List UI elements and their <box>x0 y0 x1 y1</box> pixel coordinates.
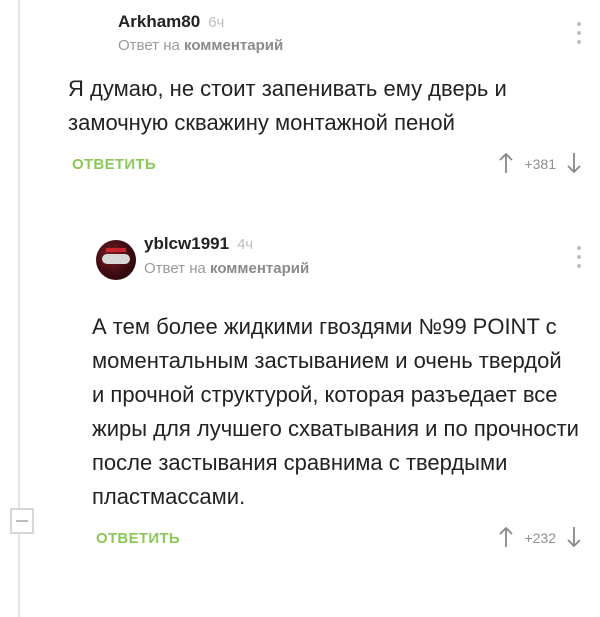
arrow-down-icon[interactable] <box>566 152 582 174</box>
avatar[interactable] <box>96 240 136 280</box>
comment-header: yblcw1991 4ч Ответ на комментарий <box>72 214 582 290</box>
reply-button[interactable]: ОТВЕТИТЬ <box>72 156 156 173</box>
collapse-thread-button[interactable] <box>10 508 34 534</box>
comment: Arkham80 6ч Ответ на комментарий Я думаю,… <box>68 0 582 186</box>
arrow-up-icon[interactable] <box>498 526 514 548</box>
comment-body: Я думаю, не стоит запенивать ему дверь и… <box>68 76 507 135</box>
reply-to-line: Ответ на комментарий <box>144 260 310 277</box>
reply-to-link[interactable]: комментарий <box>210 260 309 277</box>
comment-body: А тем более жидкими гвоздями №99 POINT с… <box>92 314 579 509</box>
username[interactable]: Arkham80 6ч <box>118 12 224 32</box>
arrow-up-icon[interactable] <box>498 152 514 174</box>
arrow-down-icon[interactable] <box>566 526 582 548</box>
comment-time: 6ч <box>208 14 225 31</box>
comment: yblcw1991 4ч Ответ на комментарий А тем б… <box>72 214 582 560</box>
reply-button[interactable]: ОТВЕТИТЬ <box>96 530 180 547</box>
username[interactable]: yblcw1991 4ч <box>144 234 253 254</box>
comment-header: Arkham80 6ч Ответ на комментарий <box>72 0 582 60</box>
comment-time: 4ч <box>237 236 254 253</box>
reply-to-line: Ответ на комментарий <box>118 37 284 54</box>
rating: +232 <box>524 530 556 546</box>
comment-footer: ОТВЕТИТЬ +381 <box>72 150 582 186</box>
reply-to-link[interactable]: комментарий <box>184 37 283 54</box>
rating: +381 <box>524 156 556 172</box>
more-vertical-icon[interactable] <box>576 22 582 44</box>
collapse-minus-icon <box>16 520 28 522</box>
more-vertical-icon[interactable] <box>576 246 582 268</box>
comment-footer: ОТВЕТИТЬ +232 <box>72 524 582 560</box>
